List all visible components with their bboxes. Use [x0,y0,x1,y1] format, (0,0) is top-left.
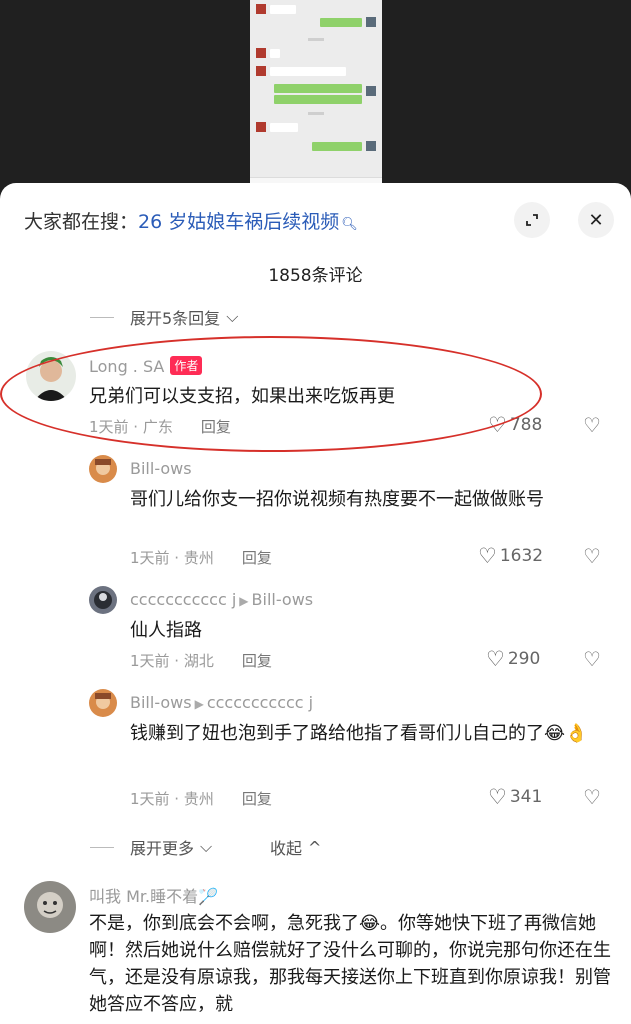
comment-username[interactable]: ccccccccccc j ▶ Bill-ows [130,590,313,609]
search-prefix: 大家都在搜： [24,211,139,233]
expand-more-label: 展开更多 [130,839,195,858]
like-button[interactable]: ♡ 341 [488,785,542,809]
chat-avatar [256,122,266,132]
comment-meta: 1天前 · 湖北 回复 [130,652,272,670]
search-keyword[interactable]: 26 岁姑娘车祸后续视频 [138,211,339,233]
expand-replies-button[interactable]: 展开5条回复 ⌵ [90,305,238,329]
heart-icon: ♡ [488,785,507,809]
chat-avatar [256,48,266,58]
chat-time [308,112,324,115]
chat-avatar [366,141,376,151]
chat-bubble [270,5,296,14]
broken-heart-icon[interactable]: ♡ [583,544,601,568]
comment-meta: 1天前 · 贵州 回复 [130,549,272,567]
reply-button[interactable]: 回复 [242,790,272,808]
chat-screenshot [250,0,382,190]
chat-bubble [312,142,362,151]
chevron-down-icon: ⌵ [226,307,239,326]
chat-avatar [366,86,376,96]
heart-icon: ♡ [478,544,497,568]
chat-bubble [320,18,362,27]
chevron-down-icon: ⌵ [200,837,213,856]
avatar[interactable] [89,689,117,717]
heart-icon: ♡ [486,647,505,671]
reply-arrow-icon: ▶ [239,594,249,608]
divider-line [90,846,114,848]
like-count: 341 [509,787,543,807]
collapse-button[interactable]: 收起 ^ [270,835,321,859]
like-count: 1632 [499,546,544,566]
avatar[interactable] [89,455,117,483]
comment-text: 钱赚到了妞也泡到手了路给他指了看哥们儿自己的了😂👌 [130,723,588,744]
expand-replies-label: 展开5条回复 [130,309,221,328]
reply-arrow-icon: ▶ [194,697,204,711]
video-background [0,0,631,210]
divider-line [90,316,114,318]
chat-avatar [366,17,376,27]
search-icon: 🔍︎ [341,217,358,232]
expand-icon[interactable] [514,202,550,238]
chat-avatar [256,4,266,14]
comment-username[interactable]: Bill-ows [130,459,192,478]
avatar[interactable] [89,586,117,614]
chat-bubble [270,49,280,58]
search-suggestion[interactable]: 大家都在搜：26 岁姑娘车祸后续视频 🔍︎ [24,207,358,234]
like-button[interactable]: ♡ 290 [486,647,540,671]
chat-bubble [270,67,346,76]
broken-heart-icon[interactable]: ♡ [583,413,601,437]
comment-username[interactable]: 叫我 Mr.睡不着🏸 [89,883,218,907]
like-count: 290 [507,649,541,669]
broken-heart-icon[interactable]: ♡ [583,647,601,671]
avatar[interactable] [24,881,76,933]
reply-button[interactable]: 回复 [242,652,272,670]
comments-sheet: 大家都在搜：26 岁姑娘车祸后续视频 🔍︎ ✕ 1858条评论 展开5条回复 ⌵ … [0,183,631,1024]
collapse-label: 收起 [270,839,303,858]
chat-bubble [270,123,298,132]
chat-avatar [256,66,266,76]
broken-heart-icon[interactable]: ♡ [583,785,601,809]
comment-meta: 1天前 · 贵州 回复 [130,790,272,808]
highlight-circle [0,336,542,452]
comment-text: 哥们儿给你支一招你说视频有热度要不一起做做账号 [130,489,544,510]
chevron-up-icon: ^ [308,837,322,857]
comment-text: 仙人指路 [130,620,202,641]
comment-username[interactable]: Bill-ows ▶ ccccccccccc j [130,693,313,712]
like-button[interactable]: ♡ 1632 [478,544,543,568]
chat-bubble [274,95,362,104]
close-icon[interactable]: ✕ [578,202,614,238]
chat-bubble [274,84,362,93]
expand-more-button[interactable]: 展开更多 ⌵ [90,835,212,859]
reply-button[interactable]: 回复 [242,549,272,567]
comment-text: 不是，你到底会不会啊，急死我了😂。你等她快下班了再微信她啊！然后她说什么赔偿就好… [89,913,611,1015]
comment-count: 1858条评论 [268,266,363,286]
chat-time [308,38,324,41]
